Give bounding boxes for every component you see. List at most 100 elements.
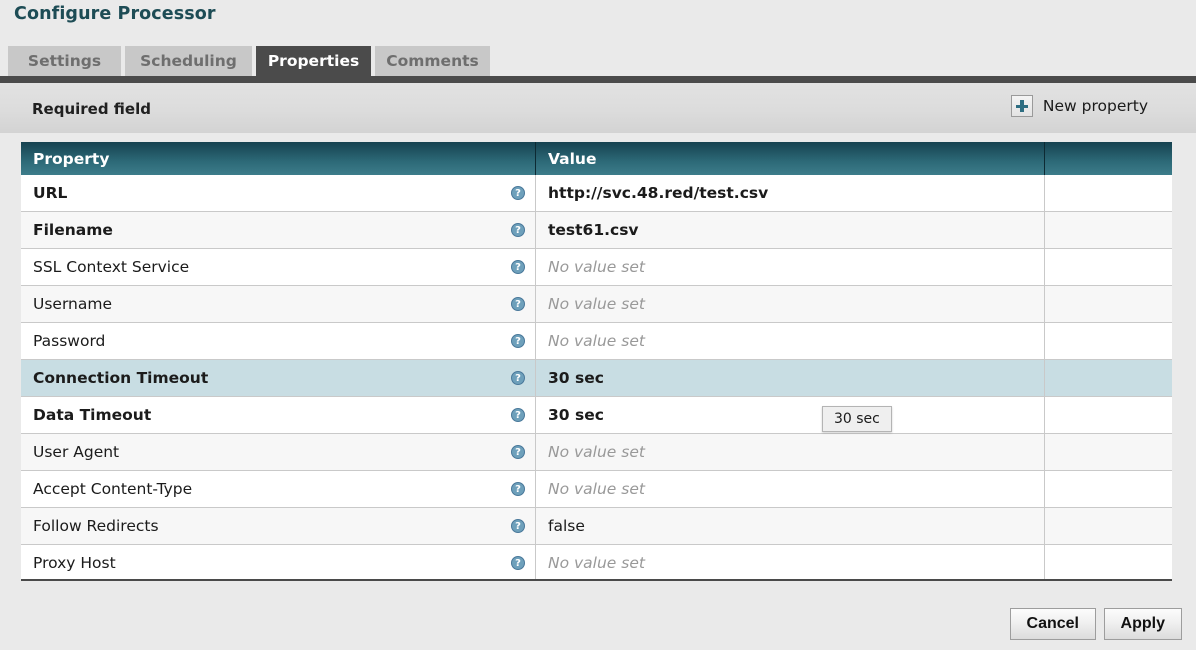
property-value-label: 30 sec [548,369,604,387]
help-circle-icon[interactable]: ? [511,371,525,385]
cancel-button[interactable]: Cancel [1009,608,1096,640]
help-circle-icon[interactable]: ? [511,260,525,274]
property-name-cell[interactable]: User Agent? [21,434,536,471]
tab-scheduling[interactable]: Scheduling [125,46,252,76]
property-name-label: Filename [33,221,113,239]
column-header-actions [1045,142,1172,175]
property-actions-cell[interactable] [1045,360,1172,397]
property-value-placeholder: No value set [548,258,645,276]
tab-comments[interactable]: Comments [375,46,490,76]
property-value-cell[interactable]: 30 sec [536,397,1045,434]
property-actions-cell[interactable] [1045,545,1172,579]
property-actions-cell[interactable] [1045,175,1172,212]
properties-toolbar: Required field New property [0,83,1196,133]
property-name-label: User Agent [33,443,120,461]
property-value-placeholder: No value set [548,554,645,572]
property-value-cell[interactable]: test61.csv [536,212,1045,249]
value-tooltip: 30 sec [822,406,892,432]
property-name-cell[interactable]: URL? [21,175,536,212]
property-actions-cell[interactable] [1045,434,1172,471]
property-actions-cell[interactable] [1045,508,1172,545]
tab-properties[interactable]: Properties [256,46,371,76]
property-name-cell[interactable]: Filename? [21,212,536,249]
property-actions-cell[interactable] [1045,323,1172,360]
property-name-label: Follow Redirects [33,517,159,535]
property-name-label: Accept Content-Type [33,480,193,498]
table-row[interactable]: SSL Context Service? No value set [21,249,1172,286]
property-name-label: Proxy Host [33,554,116,572]
property-name-label: Data Timeout [33,406,152,424]
property-value-label: false [548,517,585,535]
property-value-placeholder: No value set [548,295,645,313]
table-row[interactable]: Accept Content-Type? No value set [21,471,1172,508]
property-actions-cell[interactable] [1045,471,1172,508]
property-value-label: 30 sec [548,406,604,424]
tab-underline-divider [0,76,1196,83]
property-name-cell[interactable]: Connection Timeout? [21,360,536,397]
table-row[interactable]: URL? http://svc.48.red/test.csv [21,175,1172,212]
table-header-row: Property Value [21,142,1172,175]
property-value-cell[interactable]: No value set [536,286,1045,323]
help-circle-icon[interactable]: ? [511,334,525,348]
property-value-placeholder: No value set [548,443,645,461]
help-circle-icon[interactable]: ? [511,556,525,570]
property-name-cell[interactable]: Username? [21,286,536,323]
tab-bar: Settings Scheduling Properties Comments [0,46,1196,78]
property-actions-cell[interactable] [1045,286,1172,323]
help-circle-icon[interactable]: ? [511,445,525,459]
apply-button[interactable]: Apply [1103,608,1182,640]
property-actions-cell[interactable] [1045,212,1172,249]
table-row[interactable]: Follow Redirects? false [21,508,1172,545]
help-circle-icon[interactable]: ? [511,519,525,533]
property-value-cell[interactable]: http://svc.48.red/test.csv [536,175,1045,212]
property-name-cell[interactable]: Data Timeout? [21,397,536,434]
table-row[interactable]: Proxy Host? No value set [21,545,1172,579]
property-name-cell[interactable]: Accept Content-Type? [21,471,536,508]
property-value-cell[interactable]: No value set [536,323,1045,360]
dialog-footer: Cancel Apply [0,583,1196,650]
help-circle-icon[interactable]: ? [511,186,525,200]
property-name-cell[interactable]: Password? [21,323,536,360]
properties-table: Property Value URL? http://svc.48.red/tes… [21,142,1172,579]
required-field-legend: Required field [32,100,151,118]
table-row[interactable]: User Agent? No value set [21,434,1172,471]
property-value-cell[interactable]: No value set [536,471,1045,508]
property-name-label: URL [33,184,68,202]
property-value-cell[interactable]: No value set [536,545,1045,579]
table-row[interactable]: Password? No value set [21,323,1172,360]
property-name-cell[interactable]: Proxy Host? [21,545,536,579]
property-value-placeholder: No value set [548,480,645,498]
property-value-label: test61.csv [548,221,639,239]
property-name-label: SSL Context Service [33,258,190,276]
table-row[interactable]: Connection Timeout? 30 sec [21,360,1172,397]
property-name-label: Password [33,332,106,350]
property-name-cell[interactable]: Follow Redirects? [21,508,536,545]
properties-table-body: URL? http://svc.48.red/test.csv Filename? t… [21,175,1172,579]
property-value-label: http://svc.48.red/test.csv [548,184,769,202]
column-header-value[interactable]: Value [536,142,1045,175]
help-circle-icon[interactable]: ? [511,297,525,311]
help-circle-icon[interactable]: ? [511,482,525,496]
help-circle-icon[interactable]: ? [511,408,525,422]
property-name-cell[interactable]: SSL Context Service? [21,249,536,286]
property-value-cell[interactable]: 30 sec [536,360,1045,397]
property-value-cell[interactable]: No value set [536,434,1045,471]
property-value-cell[interactable]: false [536,508,1045,545]
table-row[interactable]: Data Timeout? 30 sec [21,397,1172,434]
table-row[interactable]: Filename? test61.csv [21,212,1172,249]
property-actions-cell[interactable] [1045,249,1172,286]
help-circle-icon[interactable]: ? [511,223,525,237]
new-property-label: New property [1042,97,1148,115]
page-title: Configure Processor [14,4,216,24]
column-header-property[interactable]: Property [21,142,536,175]
property-actions-cell[interactable] [1045,397,1172,434]
properties-table-scroll-area[interactable]: Property Value URL? http://svc.48.red/tes… [21,142,1172,581]
plus-icon[interactable] [1010,95,1033,117]
property-value-placeholder: No value set [548,332,645,350]
property-name-label: Username [33,295,113,313]
property-name-label: Connection Timeout [33,369,209,387]
new-property-button[interactable]: New property [1010,95,1148,117]
tab-settings[interactable]: Settings [8,46,121,76]
table-row[interactable]: Username? No value set [21,286,1172,323]
property-value-cell[interactable]: No value set [536,249,1045,286]
